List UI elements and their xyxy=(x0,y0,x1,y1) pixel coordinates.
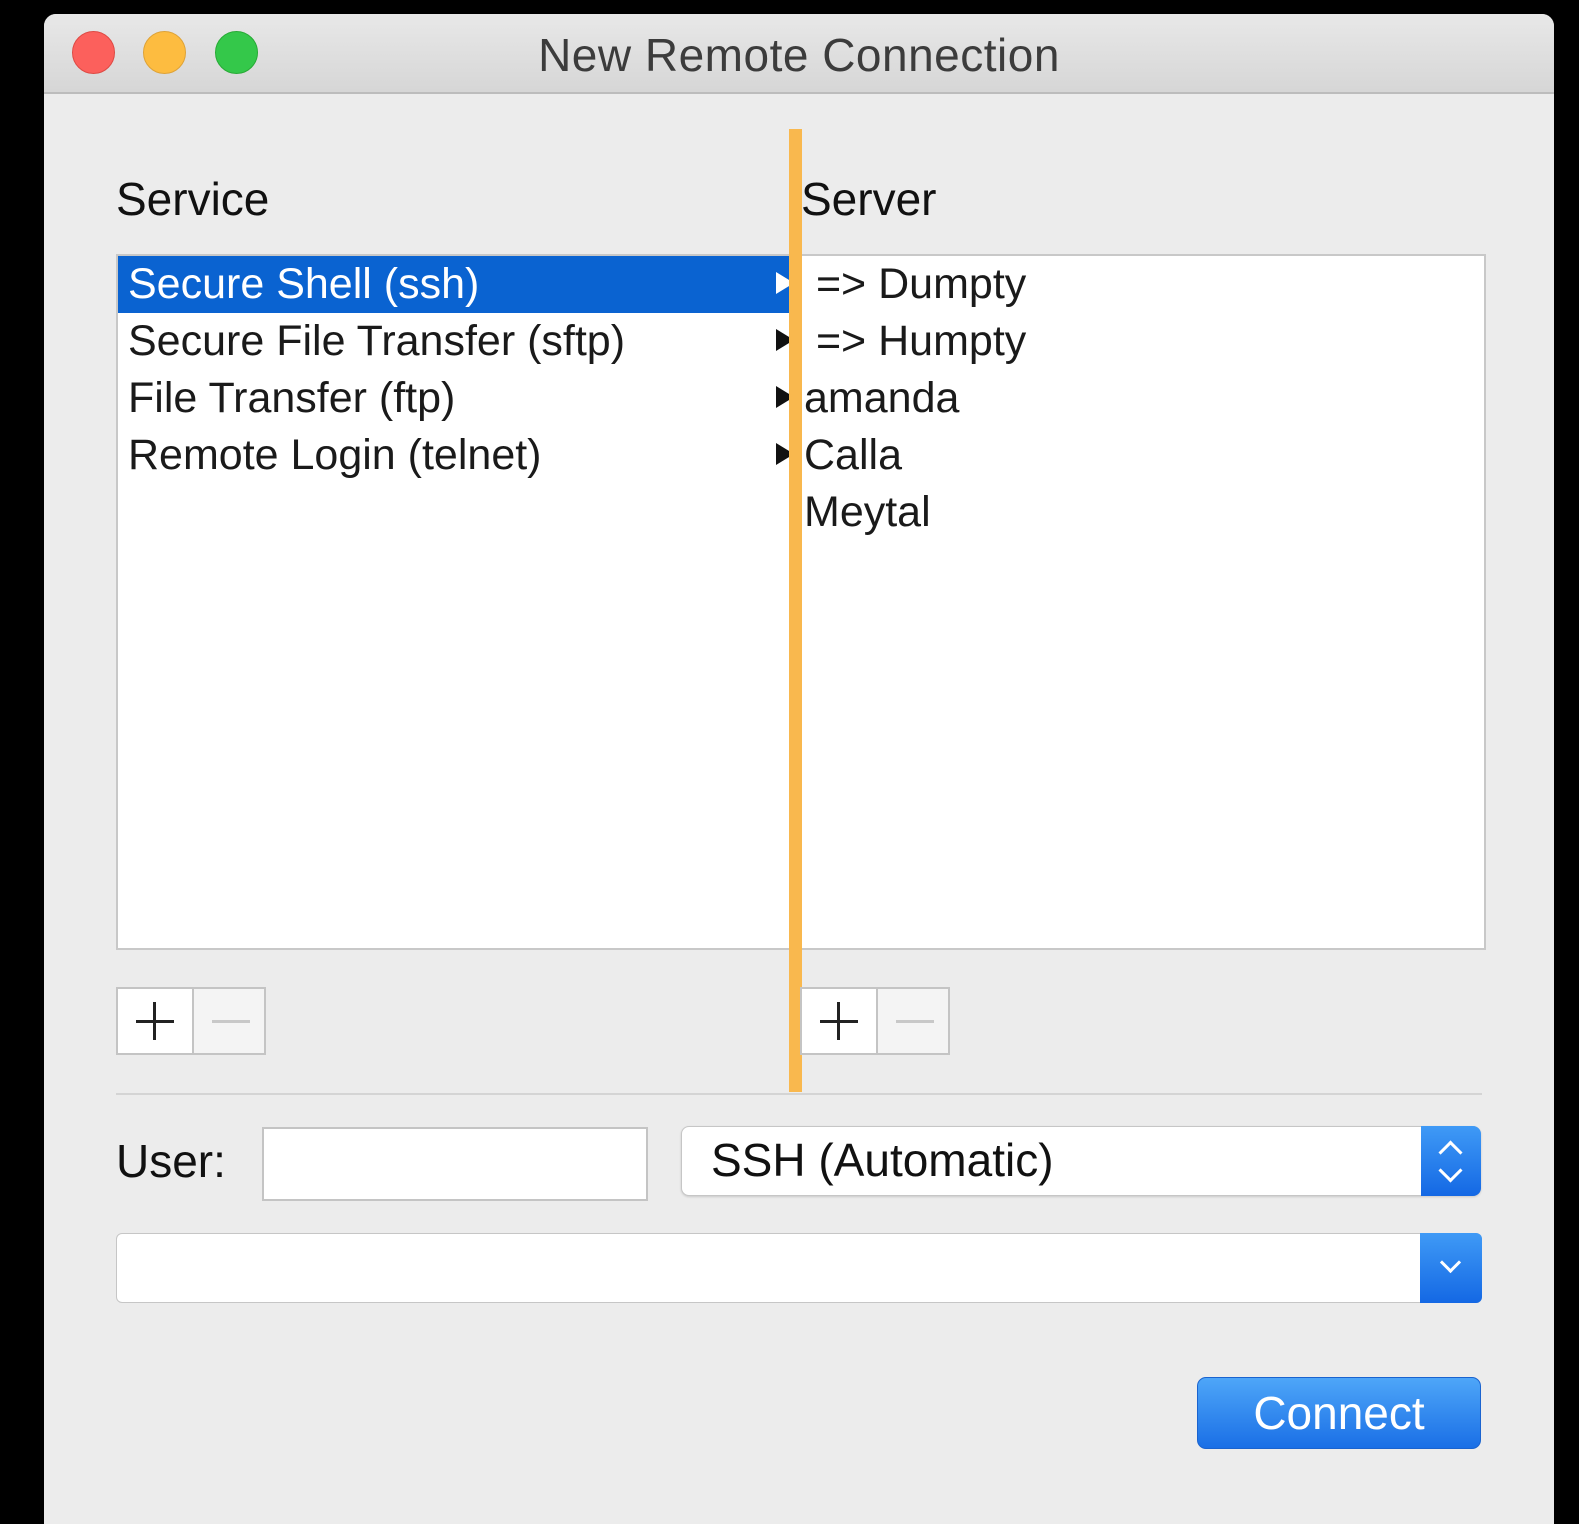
protocol-popup-value: SSH (Automatic) xyxy=(711,1134,1054,1186)
server-column-label: Server xyxy=(801,173,937,225)
service-add-remove-buttons xyxy=(116,987,266,1055)
user-label: User: xyxy=(116,1135,226,1187)
plus-icon-stem xyxy=(153,1002,156,1040)
up-down-chevron-icon[interactable] xyxy=(1421,1126,1481,1196)
minus-icon xyxy=(212,1020,250,1023)
service-item-telnet[interactable]: Remote Login (telnet) xyxy=(118,427,794,484)
service-item-label: Secure File Transfer (sftp) xyxy=(128,317,626,365)
user-field[interactable] xyxy=(262,1127,648,1201)
section-separator xyxy=(116,1093,1482,1095)
column-divider-highlight[interactable] xyxy=(789,129,802,1092)
plus-icon-stem xyxy=(837,1002,840,1040)
minus-icon xyxy=(896,1020,934,1023)
server-item-amanda[interactable]: amanda xyxy=(804,370,1480,427)
combo-dropdown-button[interactable] xyxy=(1420,1233,1482,1303)
server-item-humpty[interactable]: => Humpty xyxy=(804,313,1480,370)
remove-server-button[interactable] xyxy=(878,989,952,1053)
service-item-sftp[interactable]: Secure File Transfer (sftp) xyxy=(118,313,794,370)
remove-service-button[interactable] xyxy=(194,989,268,1053)
window-title: New Remote Connection xyxy=(538,29,1060,81)
new-remote-connection-window: New Remote Connection Service Server Sec… xyxy=(44,14,1554,1524)
chevron-down-icon xyxy=(1439,1251,1462,1274)
add-server-button[interactable] xyxy=(802,989,878,1053)
service-item-ftp[interactable]: File Transfer (ftp) xyxy=(118,370,794,427)
service-item-label: Secure Shell (ssh) xyxy=(128,260,480,308)
title-bar: New Remote Connection xyxy=(44,14,1554,94)
chevron-down-icon xyxy=(1438,1158,1463,1183)
service-item-label: File Transfer (ftp) xyxy=(128,374,456,422)
connect-button[interactable]: Connect xyxy=(1197,1377,1481,1449)
add-service-button[interactable] xyxy=(118,989,194,1053)
server-item-calla[interactable]: Calla xyxy=(804,427,1480,484)
service-item-ssh[interactable]: Secure Shell (ssh) xyxy=(118,256,794,313)
command-combo-box[interactable] xyxy=(116,1233,1482,1303)
server-item-meytal[interactable]: Meytal xyxy=(804,484,1480,541)
server-add-remove-buttons xyxy=(800,987,950,1055)
service-column-label: Service xyxy=(116,173,270,225)
protocol-popup[interactable]: SSH (Automatic) xyxy=(681,1126,1481,1196)
service-list: Secure Shell (ssh) Secure File Transfer … xyxy=(118,256,794,484)
server-list: => Dumpty => Humpty amanda Calla Meytal xyxy=(804,256,1480,541)
service-item-label: Remote Login (telnet) xyxy=(128,431,542,479)
server-item-dumpty[interactable]: => Dumpty xyxy=(804,256,1480,313)
